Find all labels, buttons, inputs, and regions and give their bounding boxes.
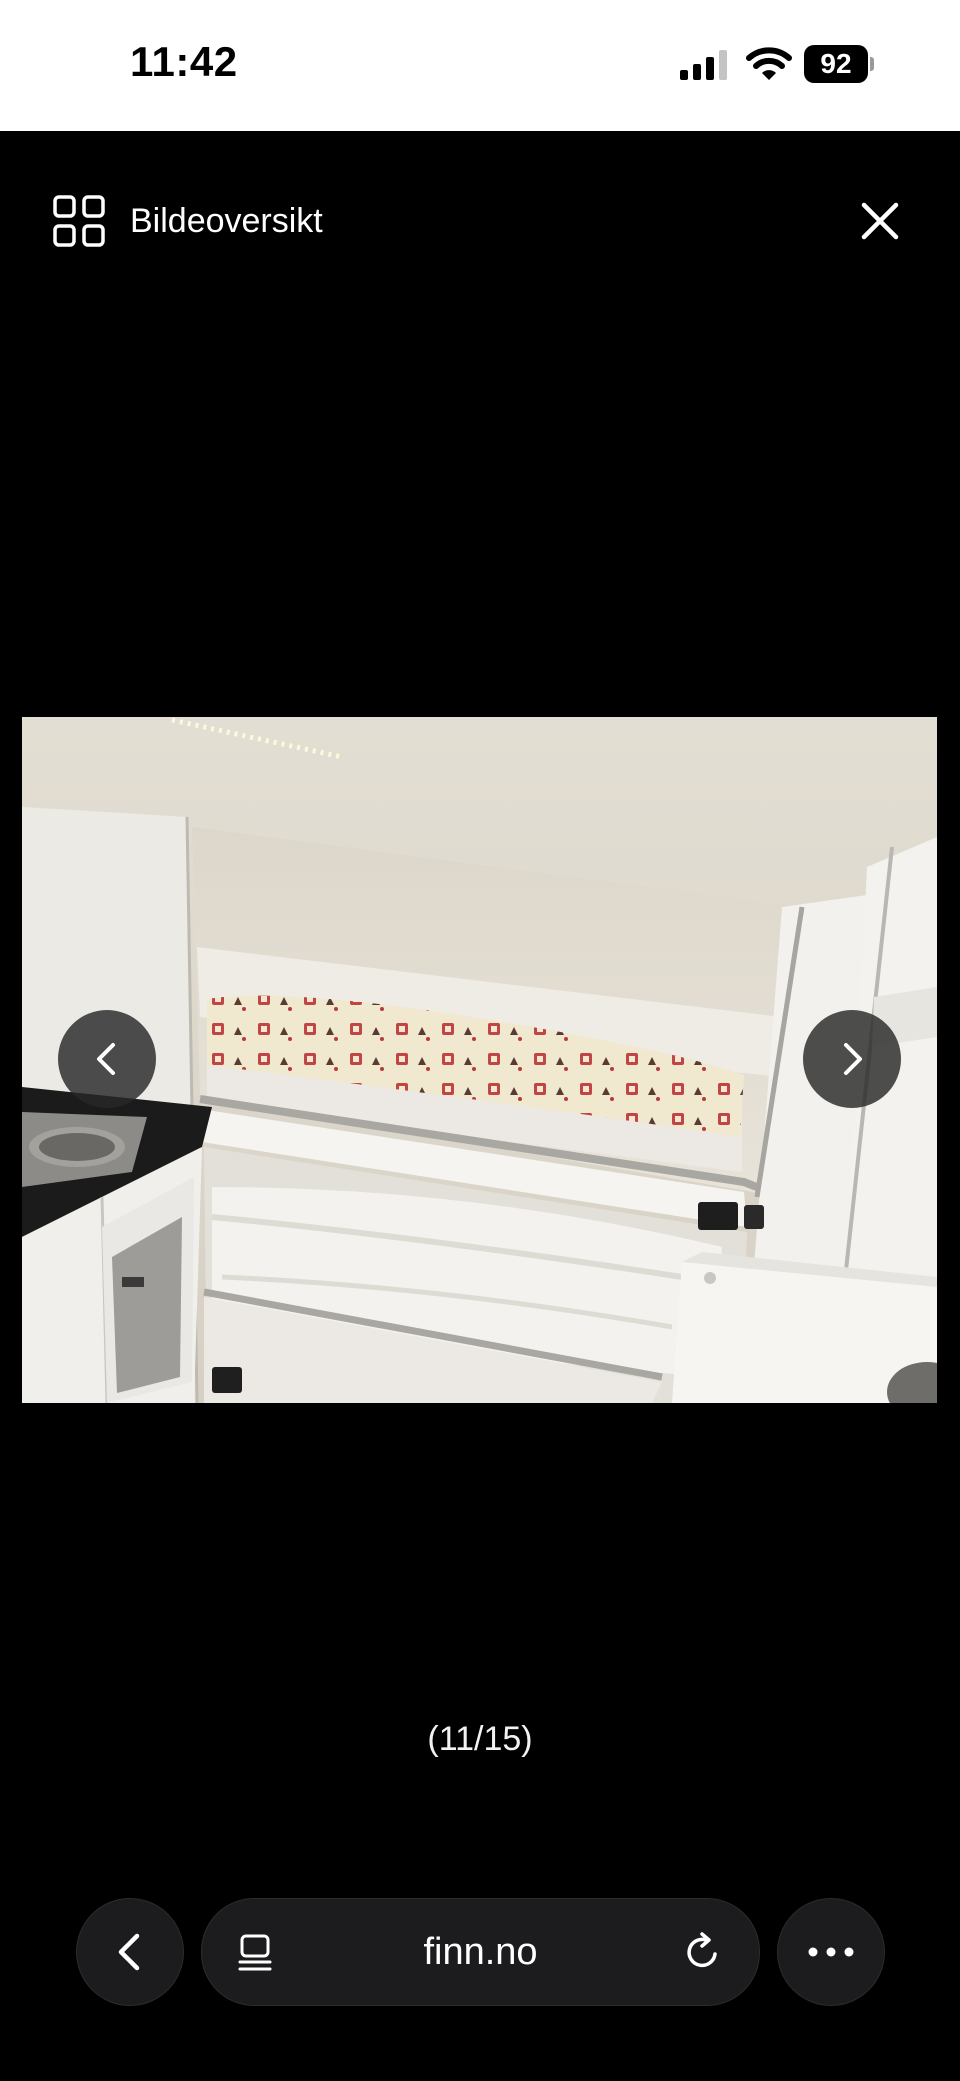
cellular-signal-icon	[680, 50, 727, 80]
chevron-left-icon	[97, 1043, 115, 1075]
address-bar[interactable]: finn.no	[201, 1898, 760, 2006]
more-icon	[808, 1947, 854, 1957]
status-time: 11:42	[130, 38, 238, 85]
chevron-right-icon	[844, 1043, 862, 1075]
listing-photo	[22, 717, 937, 1403]
reload-icon[interactable]	[682, 1931, 724, 1973]
image-counter: (11/15)	[427, 1720, 533, 1758]
battery-icon: 92	[804, 45, 874, 83]
url-text: finn.no	[423, 1931, 538, 1973]
chevron-left-icon	[118, 1933, 140, 1971]
browser-back-button[interactable]	[76, 1898, 184, 2006]
previous-image-button[interactable]	[58, 1010, 156, 1108]
viewer-header: Bildeoversikt	[0, 131, 960, 311]
grid-icon	[53, 195, 105, 247]
photo-illustration	[22, 717, 937, 1403]
battery-level: 92	[804, 45, 868, 83]
battery-tip	[870, 57, 874, 71]
image-overview-label: Bildeoversikt	[130, 201, 323, 240]
status-bar: 11:42 92	[0, 0, 960, 131]
image-overview-button[interactable]: Bildeoversikt	[52, 191, 323, 251]
next-image-button[interactable]	[803, 1010, 901, 1108]
close-icon[interactable]	[856, 197, 904, 245]
wifi-icon	[746, 47, 792, 80]
more-options-button[interactable]	[777, 1898, 885, 2006]
